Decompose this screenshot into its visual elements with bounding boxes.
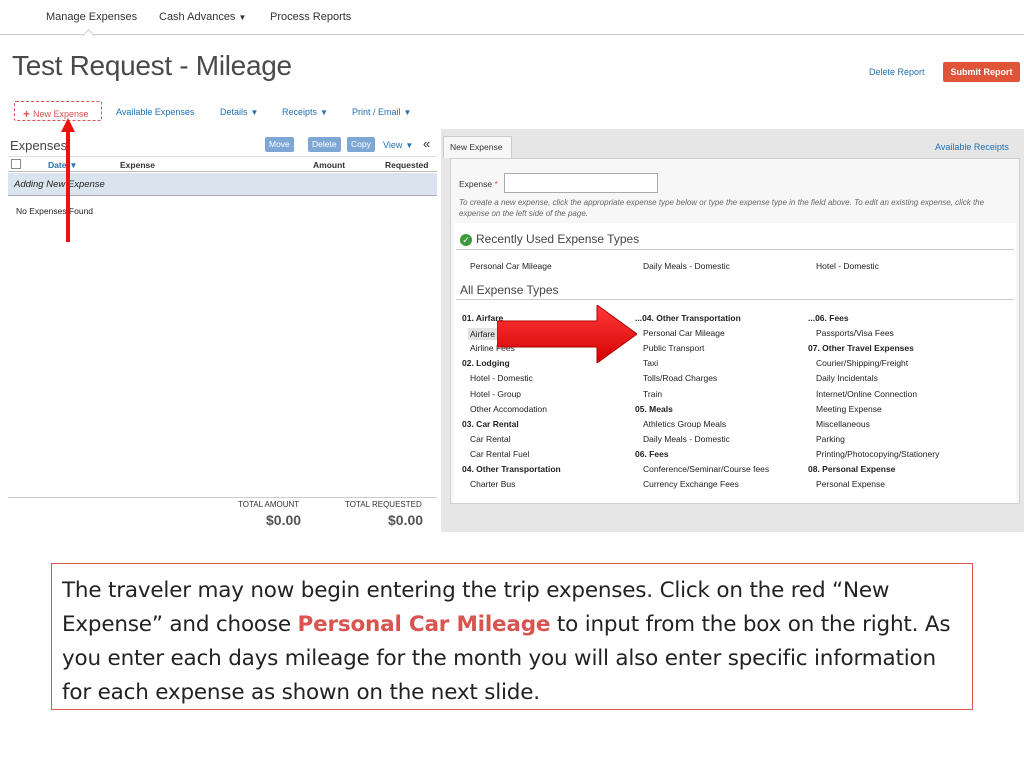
new-expense-button[interactable]: + New Expense — [14, 101, 102, 121]
expense-type-airfare[interactable]: Airfare — [468, 328, 498, 341]
category-06-fees: 06. Fees — [635, 448, 669, 459]
expense-type-tolls-road-charges[interactable]: Tolls/Road Charges — [643, 373, 717, 383]
col-requested[interactable]: Requested — [385, 160, 428, 170]
expense-type-hotel-domestic[interactable]: Hotel - Domestic — [470, 373, 533, 383]
tab-new-expense[interactable]: New Expense — [443, 136, 512, 158]
no-expenses-message: No Expenses Found — [16, 206, 94, 216]
expenses-heading: Expenses — [10, 138, 68, 153]
category-04-other-transportation: 04. Other Transportation — [462, 464, 561, 474]
category-04-other-transportation: ...04. Other Transportation — [635, 313, 741, 323]
expense-type-miscellaneous[interactable]: Miscellaneous — [816, 419, 870, 429]
expense-type-internet-online-connection[interactable]: Internet/Online Connection — [816, 389, 917, 399]
col-expense[interactable]: Expense — [120, 160, 155, 170]
collapse-panel-icon[interactable]: « — [423, 136, 430, 151]
available-expenses-link[interactable]: Available Expenses — [116, 107, 194, 117]
recent-daily-meals-domestic[interactable]: Daily Meals - Domestic — [643, 261, 730, 271]
expense-type-currency-exchange-fees[interactable]: Currency Exchange Fees — [643, 479, 739, 489]
expense-type-car-rental-fuel[interactable]: Car Rental Fuel — [470, 449, 530, 459]
print-email-menu[interactable]: Print / Email ▼ — [352, 107, 411, 117]
expense-type-train[interactable]: Train — [643, 389, 662, 399]
expense-field-label: Expense * — [459, 179, 498, 189]
category-06-fees: ...06. Fees — [808, 313, 849, 323]
expense-label-text: Expense — [459, 179, 493, 189]
available-receipts-link[interactable]: Available Receipts — [935, 142, 1009, 152]
help-text: To create a new expense, click the appro… — [459, 198, 985, 218]
chevron-down-icon: ▼ — [238, 13, 247, 22]
print-email-label: Print / Email — [352, 107, 401, 117]
expense-type-courier-shipping-freight[interactable]: Courier/Shipping/Freight — [816, 358, 908, 368]
select-all-checkbox[interactable] — [11, 159, 21, 169]
receipts-label: Receipts — [282, 107, 318, 117]
instruction-callout: The traveler may now begin entering the … — [51, 563, 973, 710]
expense-type-car-rental[interactable]: Car Rental — [470, 434, 511, 444]
check-circle-icon: ✓ — [460, 234, 472, 246]
plus-icon: + — [23, 107, 31, 121]
chevron-down-icon: ▼ — [403, 108, 412, 117]
delete-report-link[interactable]: Delete Report — [869, 67, 925, 77]
annotation-arrow-right-icon — [497, 305, 637, 363]
expense-type-daily-incidentals[interactable]: Daily Incidentals — [816, 373, 878, 383]
expense-type-taxi[interactable]: Taxi — [643, 358, 658, 368]
copy-button[interactable]: Copy — [347, 137, 375, 152]
nav-process-reports[interactable]: Process Reports — [270, 11, 351, 23]
recent-personal-car-mileage[interactable]: Personal Car Mileage — [470, 261, 552, 271]
delete-button[interactable]: Delete — [308, 137, 341, 152]
expense-type-daily-meals-domestic[interactable]: Daily Meals - Domestic — [643, 434, 730, 444]
expense-type-input[interactable] — [504, 173, 658, 193]
total-requested-value: $0.00 — [388, 512, 424, 528]
expense-type-hotel-group[interactable]: Hotel - Group — [470, 389, 521, 399]
nav-manage-expenses[interactable]: Manage Expenses — [46, 11, 137, 23]
callout-emphasis: Personal Car Mileage — [297, 612, 551, 637]
category-03-car-rental: 03. Car Rental — [462, 418, 519, 429]
total-amount-value: $0.00 — [266, 512, 302, 528]
expense-type-personal-expense[interactable]: Personal Expense — [816, 479, 885, 489]
total-requested-label: TOTAL REQUESTED — [345, 500, 422, 509]
divider — [456, 249, 1014, 250]
expense-type-personal-car-mileage[interactable]: Personal Car Mileage — [643, 328, 725, 338]
required-mark: * — [494, 179, 498, 189]
all-expense-types-title: All Expense Types — [460, 283, 559, 297]
details-label: Details — [220, 107, 248, 117]
expense-type-parking[interactable]: Parking — [816, 434, 845, 444]
expense-type-printing-photocopying-stationery[interactable]: Printing/Photocopying/Stationery — [816, 449, 939, 459]
chevron-down-icon: ▼ — [250, 108, 259, 117]
expense-type-public-transport[interactable]: Public Transport — [643, 343, 704, 353]
expense-type-other-accomodation[interactable]: Other Accomodation — [470, 404, 547, 414]
expense-type-passports-visa-fees[interactable]: Passports/Visa Fees — [816, 328, 894, 338]
total-amount-label: TOTAL AMOUNT — [238, 500, 300, 509]
details-menu[interactable]: Details ▼ — [220, 107, 258, 117]
annotation-arrow-up-icon — [61, 118, 75, 242]
divider — [8, 497, 437, 498]
category-07-other-travel-expenses: 07. Other Travel Expenses — [808, 343, 914, 354]
chevron-down-icon: ▼ — [405, 141, 414, 150]
top-nav: Manage Expenses Cash Advances ▼ Process R… — [0, 0, 1024, 35]
submit-report-button[interactable]: Submit Report — [943, 62, 1020, 82]
nav-cash-advances-label: Cash Advances — [159, 11, 236, 23]
expense-type-charter-bus[interactable]: Charter Bus — [470, 479, 515, 489]
category-08-personal-expense: 08. Personal Expense — [808, 464, 896, 474]
receipts-menu[interactable]: Receipts ▼ — [282, 107, 328, 117]
view-label: View — [383, 140, 403, 150]
recently-used-title-text: Recently Used Expense Types — [476, 232, 640, 246]
page-title: Test Request - Mileage — [12, 50, 292, 81]
expense-type-meeting-expense[interactable]: Meeting Expense — [816, 404, 882, 414]
recently-used-title: ✓ Recently Used Expense Types — [460, 232, 639, 246]
expense-type-conference-seminar-course-fees[interactable]: Conference/Seminar/Course fees — [643, 464, 769, 474]
col-amount[interactable]: Amount — [313, 160, 345, 170]
view-menu[interactable]: View ▼ — [383, 140, 413, 150]
divider — [456, 299, 1014, 300]
nav-cash-advances[interactable]: Cash Advances ▼ — [159, 11, 246, 23]
category-05-meals: 05. Meals — [635, 403, 673, 414]
move-button[interactable]: Move — [265, 137, 294, 152]
expense-type-athletics-group-meals[interactable]: Athletics Group Meals — [643, 419, 726, 429]
recent-hotel-domestic[interactable]: Hotel - Domestic — [816, 261, 879, 271]
chevron-down-icon: ▼ — [320, 108, 328, 117]
